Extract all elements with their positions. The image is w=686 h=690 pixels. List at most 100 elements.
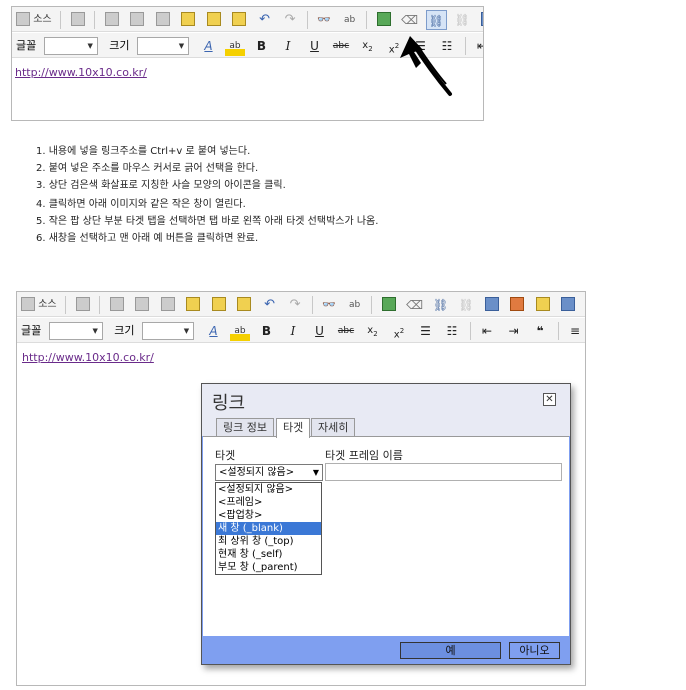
preview-button[interactable] (73, 295, 93, 315)
indent-button[interactable]: ⇥ (504, 321, 524, 341)
paste-word-button[interactable] (234, 295, 254, 315)
bold-button[interactable]: B (257, 321, 277, 341)
paste-icon (186, 297, 201, 311)
copy-button[interactable] (158, 295, 178, 315)
unlink-icon: ⛓ (454, 13, 470, 27)
bold-button[interactable]: B (252, 36, 272, 56)
table-button[interactable] (558, 295, 578, 315)
italic-button[interactable]: I (283, 321, 303, 341)
size-select[interactable]: ▼ (142, 322, 194, 340)
undo-button[interactable]: ↶ (255, 10, 275, 30)
cut-button[interactable] (132, 295, 152, 315)
font-select[interactable]: ▼ (48, 322, 103, 340)
toolbar-separator (65, 296, 67, 314)
target-select[interactable]: <설정되지 않음> ▼ (215, 464, 323, 481)
replace-button[interactable]: ab (345, 295, 365, 315)
size-select[interactable]: ▼ (137, 37, 189, 55)
paste-button[interactable] (178, 10, 198, 30)
unordered-list-button[interactable]: ☷ (442, 321, 462, 341)
close-icon[interactable]: ✕ (543, 393, 556, 406)
instruction-step: 6. 새창을 선택하고 맨 아래 예 버튼을 클릭하면 완료. (36, 233, 259, 244)
link-button[interactable]: ⛓ (425, 10, 447, 30)
text-color-button[interactable]: A (199, 36, 219, 56)
target-option[interactable]: 부모 창 (_parent) (216, 561, 321, 574)
document-icon (109, 297, 124, 311)
remove-format-button[interactable]: ⌫ (399, 10, 420, 30)
remove-format-button[interactable]: ⌫ (404, 295, 425, 315)
chevron-down-icon: ▼ (87, 42, 93, 50)
redo-button[interactable]: ↷ (280, 10, 300, 30)
table-icon (561, 297, 576, 311)
chevron-down-icon: ▼ (178, 42, 185, 50)
horizontal-rule-button[interactable] (584, 295, 585, 315)
subscript-button[interactable]: x2 (363, 321, 383, 341)
redo-button[interactable]: ↷ (285, 295, 305, 315)
target-option[interactable]: 현재 창 (_self) (216, 548, 321, 561)
select-all-button[interactable] (374, 10, 394, 30)
link-button[interactable]: ⛓ (431, 295, 451, 315)
strikethrough-button[interactable]: abc (336, 321, 356, 341)
toolbar-separator (99, 296, 101, 314)
find-button[interactable]: 👓 (314, 10, 334, 30)
strikethrough-button[interactable]: abc (331, 36, 351, 56)
template-button[interactable] (102, 10, 122, 30)
select-all-button[interactable] (379, 295, 399, 315)
ordered-list-button[interactable]: ☰ (416, 321, 436, 341)
target-option[interactable]: <설정되지 않음> (216, 483, 321, 496)
content-link[interactable]: http://www.10x10.co.kr/ (15, 66, 147, 79)
outdent-button[interactable]: ⇤ (472, 36, 483, 56)
cut-button[interactable] (127, 10, 147, 30)
content-link[interactable]: http://www.10x10.co.kr/ (22, 351, 154, 364)
align-left-button[interactable]: ≡ (565, 321, 585, 341)
template-button[interactable] (107, 295, 127, 315)
tab-target[interactable]: 타겟 (276, 418, 311, 438)
superscript-button[interactable]: x2 (389, 321, 409, 341)
toolbar-separator (557, 322, 559, 340)
undo-button[interactable]: ↶ (260, 295, 280, 315)
underline-button[interactable]: U (310, 321, 330, 341)
unlink-button[interactable]: ⛓ (452, 10, 472, 30)
cancel-button[interactable]: 아니오 (509, 642, 560, 659)
toolbar-separator (311, 296, 313, 314)
undo-icon: ↶ (259, 12, 271, 27)
ok-button[interactable]: 예 (400, 642, 501, 659)
image-button[interactable] (478, 10, 483, 30)
bg-color-button[interactable]: ab (225, 36, 245, 56)
copy-button[interactable] (153, 10, 173, 30)
frame-name-input[interactable] (325, 463, 562, 481)
source-icon (21, 297, 35, 311)
source-button[interactable]: 소스 (19, 295, 59, 315)
subscript-button[interactable]: x2 (358, 36, 378, 56)
tab-link-info[interactable]: 링크 정보 (216, 418, 274, 438)
outdent-button[interactable]: ⇤ (477, 321, 497, 341)
font-select[interactable]: ▼ (43, 37, 98, 55)
tab-advanced[interactable]: 자세히 (311, 418, 356, 438)
undo-icon: ↶ (264, 297, 276, 312)
paste-text-button[interactable] (209, 295, 229, 315)
paste-text-button[interactable] (204, 10, 224, 30)
paste-word-button[interactable] (229, 10, 249, 30)
find-button[interactable]: 👓 (319, 295, 339, 315)
underline-button[interactable]: U (305, 36, 325, 56)
blockquote-button[interactable]: ❝ (530, 321, 550, 341)
target-option[interactable]: <프레임> (216, 496, 321, 509)
bg-color-button[interactable]: ab (230, 321, 250, 341)
image-button[interactable] (482, 295, 502, 315)
target-dropdown-list: <설정되지 않음> <프레임> <팝업창> 새 창 (_blank) 최 상위 … (215, 482, 322, 575)
paste-button[interactable] (183, 295, 203, 315)
smiley-button[interactable] (533, 295, 553, 315)
target-option[interactable]: <팝업창> (216, 509, 321, 522)
instruction-step: 1. 내용에 넣을 링크주소를 Ctrl+v 로 붙여 넣는다. (36, 146, 251, 157)
target-option[interactable]: 최 상위 창 (_top) (216, 535, 321, 548)
preview-button[interactable] (68, 10, 88, 30)
text-color-button[interactable]: A (204, 321, 224, 341)
chain-link-icon: ⛓ (428, 14, 444, 28)
unlink-button[interactable]: ⛓ (456, 295, 476, 315)
dialog-title: 링크 (212, 393, 246, 414)
italic-button[interactable]: I (278, 36, 298, 56)
target-option-highlighted[interactable]: 새 창 (_blank) (216, 522, 321, 535)
flash-button[interactable] (507, 295, 527, 315)
dialog-footer: 예 아니오 (202, 636, 570, 664)
source-button[interactable]: 소스 (14, 10, 54, 30)
replace-button[interactable]: ab (340, 10, 360, 30)
